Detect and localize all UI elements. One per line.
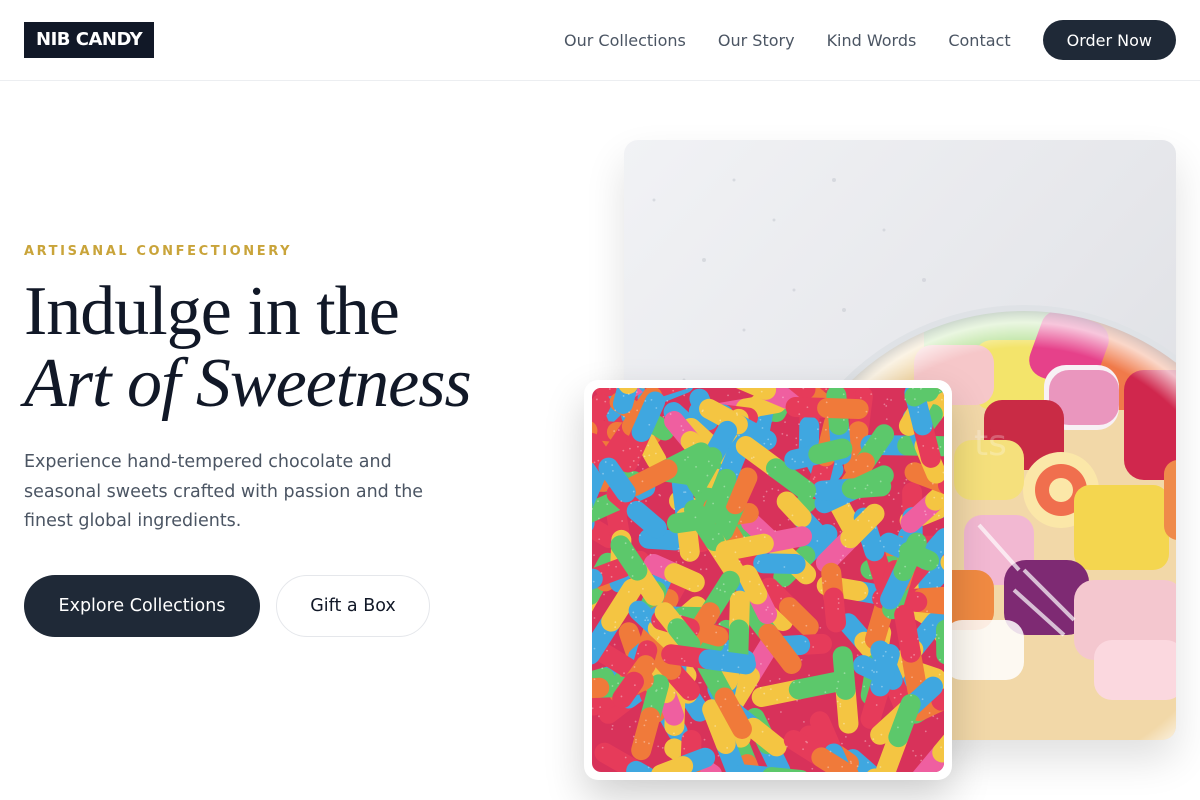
gummy-worms-photo xyxy=(592,388,944,772)
hero-headline: Indulge in the Art of Sweetness xyxy=(24,273,472,422)
gummy-worms-image xyxy=(592,388,944,772)
worm-segment xyxy=(598,457,636,503)
worm-segment xyxy=(610,535,648,581)
worm-segment xyxy=(778,597,819,637)
worm-segment xyxy=(701,468,737,525)
worm-segment xyxy=(823,587,847,633)
nav-link-collections[interactable]: Our Collections xyxy=(564,31,686,50)
worm-segment xyxy=(894,604,921,663)
worm-segment xyxy=(725,467,758,515)
worm-segment xyxy=(870,643,900,697)
worm-segment xyxy=(664,563,705,593)
worm-segment xyxy=(667,618,701,655)
worm-segment xyxy=(931,688,944,711)
worm-segment xyxy=(808,438,853,465)
gift-box-button[interactable]: Gift a Box xyxy=(276,575,430,637)
worm-segment xyxy=(631,391,666,442)
worm-segment xyxy=(631,707,661,761)
worm-segment xyxy=(698,649,756,675)
main-nav: Our Collections Our Story Kind Words Con… xyxy=(564,20,1176,60)
worm-segment xyxy=(644,388,690,399)
nav-link-kind-words[interactable]: Kind Words xyxy=(827,31,917,50)
worm-segment xyxy=(817,398,869,420)
worm-segment xyxy=(776,491,812,528)
worm-segment xyxy=(638,528,686,551)
worm-segment xyxy=(592,568,603,590)
explore-collections-button[interactable]: Explore Collections xyxy=(24,575,260,637)
gummy-worms-photo-card xyxy=(584,380,952,780)
worm-segment xyxy=(715,533,774,561)
svg-text:ts: ts xyxy=(974,423,1007,464)
headline-line-2: Art of Sweetness xyxy=(24,345,472,422)
worm-segment xyxy=(592,516,620,549)
worm-segment xyxy=(651,756,694,772)
worm-segment xyxy=(592,491,625,523)
hero-eyebrow: ARTISANAL CONFECTIONERY xyxy=(24,244,293,259)
nav-link-story[interactable]: Our Story xyxy=(718,31,795,50)
worm-segment xyxy=(737,564,768,605)
worm-segment xyxy=(888,693,921,748)
headline-line-1: Indulge in the xyxy=(24,273,400,350)
order-now-button[interactable]: Order Now xyxy=(1042,20,1176,60)
worm-segment xyxy=(788,671,846,700)
worm-segment xyxy=(592,677,610,699)
site-header: NIB CANDY Our Collections Our Story Kind… xyxy=(0,0,1200,81)
worm-segment xyxy=(753,553,806,574)
nav-link-contact[interactable]: Contact xyxy=(948,31,1010,50)
worm-segment xyxy=(612,671,644,709)
hero-description: Experience hand-tempered chocolate and s… xyxy=(24,452,424,531)
worm-segment xyxy=(841,476,892,499)
worm-segment xyxy=(626,500,667,539)
brand-logo[interactable]: NIB CANDY xyxy=(24,22,155,58)
